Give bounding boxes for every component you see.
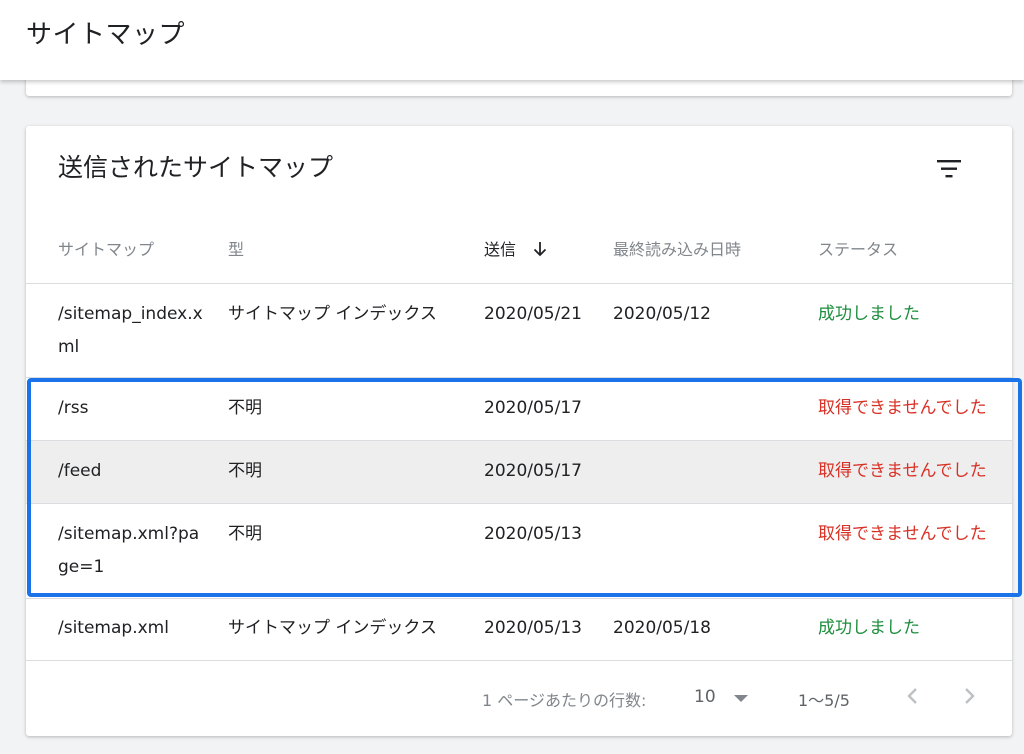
cell-type: 不明: [228, 398, 262, 418]
rows-per-page-select[interactable]: 10: [692, 683, 756, 713]
rows-per-page-value: 10: [694, 687, 716, 707]
top-bar: サイトマップ: [0, 0, 1024, 80]
cell-sitemap: /feed: [58, 461, 102, 481]
cell-sitemap: /sitemap.xml?page=1: [58, 524, 200, 577]
table-row[interactable]: /sitemap.xml サイトマップ インデックス 2020/05/13 20…: [26, 599, 1012, 661]
cell-last-read: 2020/05/12: [613, 304, 711, 324]
cell-sitemap: /rss: [58, 398, 89, 418]
header-sent[interactable]: 送信: [484, 236, 547, 260]
submitted-sitemaps-card: 送信されたサイトマップ サイトマップ 型 送信 最終読み込み日時 ステータス /…: [26, 126, 1012, 736]
table-row[interactable]: /feed 不明 2020/05/17 取得できませんでした: [26, 441, 1012, 504]
pagination-footer: 1 ページあたりの行数: 10 1〜5/5: [26, 661, 1012, 736]
header-sitemap[interactable]: サイトマップ: [58, 236, 154, 260]
status-badge: 成功しました: [818, 618, 920, 638]
cell-type: サイトマップ インデックス: [228, 618, 437, 638]
cell-last-read: 2020/05/18: [613, 618, 711, 638]
filter-button[interactable]: [930, 150, 968, 188]
previous-card-edge: [26, 78, 1012, 96]
cell-sent: 2020/05/21: [484, 304, 582, 324]
filter-icon: [937, 160, 961, 178]
table-row[interactable]: /rss 不明 2020/05/17 取得できませんでした: [26, 378, 1012, 441]
cell-sent: 2020/05/17: [484, 461, 582, 481]
next-page-button[interactable]: [954, 679, 984, 713]
cell-sitemap: /sitemap_index.xml: [58, 304, 203, 357]
cell-type: サイトマップ インデックス: [228, 304, 437, 324]
card-title: 送信されたサイトマップ: [58, 153, 334, 182]
previous-page-button[interactable]: [898, 679, 928, 713]
table-row[interactable]: /sitemap_index.xml サイトマップ インデックス 2020/05…: [26, 284, 1012, 378]
header-sent-label: 送信: [484, 240, 517, 259]
header-status[interactable]: ステータス: [818, 236, 898, 260]
status-badge: 取得できませんでした: [818, 524, 987, 544]
page-title: サイトマップ: [26, 20, 186, 50]
chevron-left-icon: [907, 688, 917, 704]
cell-type: 不明: [228, 524, 262, 544]
pagination-range: 1〜5/5: [798, 691, 850, 710]
status-badge: 成功しました: [818, 304, 920, 324]
rows-per-page-label: 1 ページあたりの行数:: [482, 691, 647, 710]
header-last-read[interactable]: 最終読み込み日時: [613, 236, 741, 260]
cell-sent: 2020/05/17: [484, 398, 582, 418]
arrow-down-icon: [533, 242, 547, 257]
cell-sent: 2020/05/13: [484, 524, 582, 544]
status-badge: 取得できませんでした: [818, 461, 987, 481]
status-badge: 取得できませんでした: [818, 398, 987, 418]
header-type[interactable]: 型: [228, 236, 244, 260]
cell-type: 不明: [228, 461, 262, 481]
table-row[interactable]: /sitemap.xml?page=1 不明 2020/05/13 取得できませ…: [26, 504, 1012, 599]
cell-sitemap: /sitemap.xml: [58, 618, 169, 638]
table-header: サイトマップ 型 送信 最終読み込み日時 ステータス: [26, 210, 1012, 284]
cell-sent: 2020/05/13: [484, 618, 582, 638]
caret-down-icon: [734, 695, 748, 702]
chevron-right-icon: [965, 688, 975, 704]
